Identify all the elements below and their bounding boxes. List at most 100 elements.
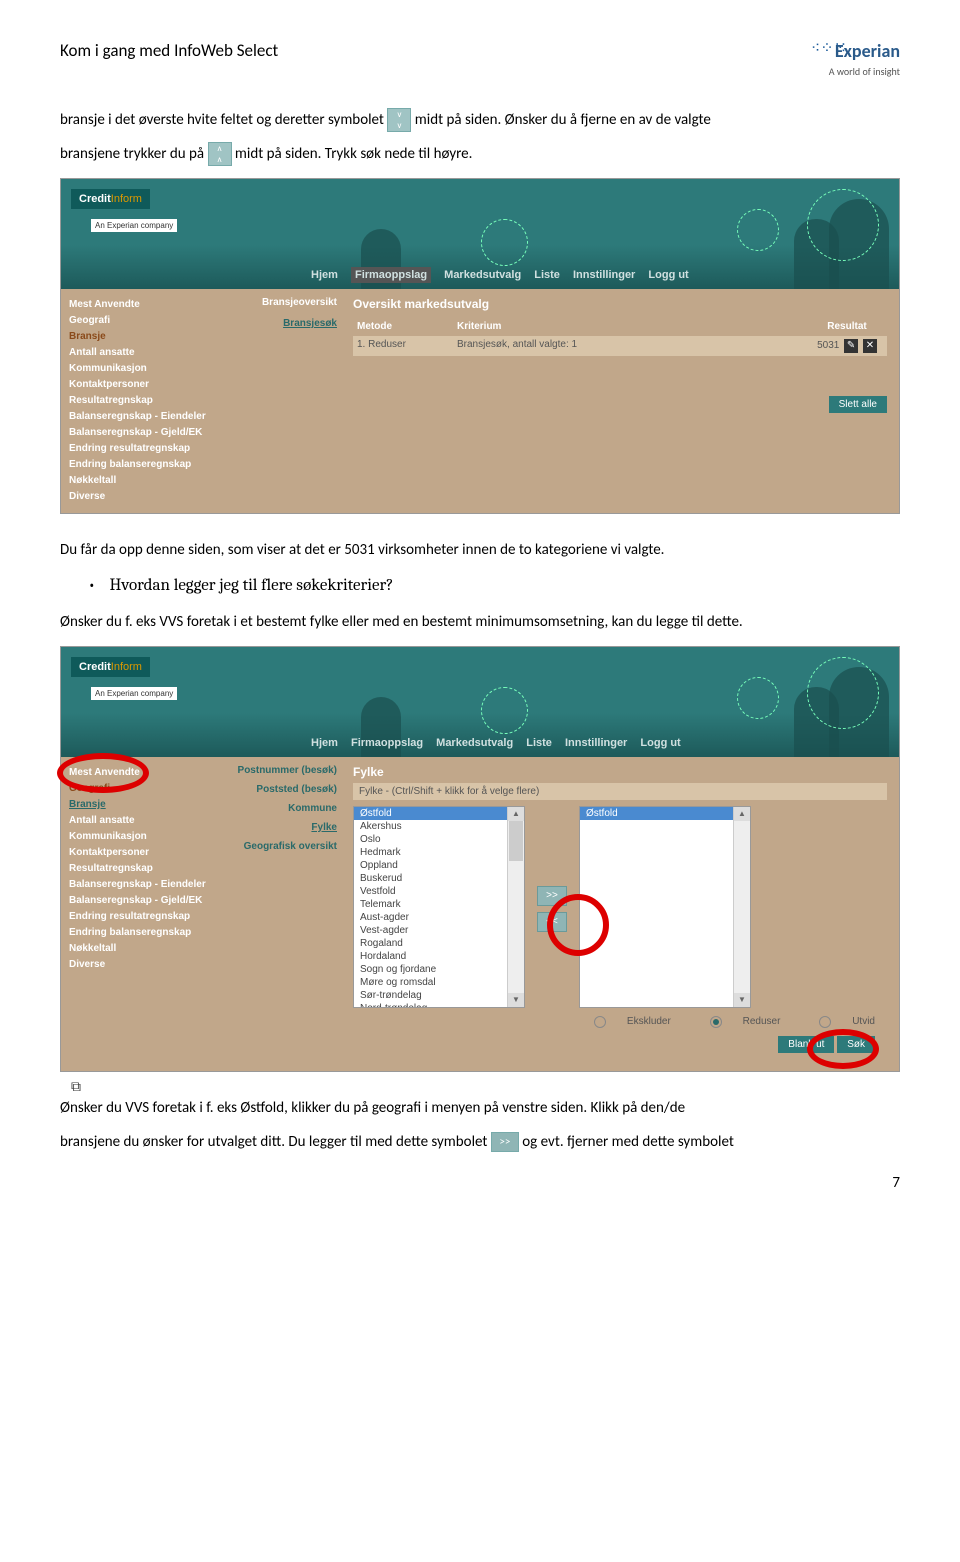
para-after-mock2-1: Ønsker du VVS foretak i f. eks Østfold, … bbox=[60, 1096, 900, 1120]
main-nav: Hjem Firmaoppslag Markedsutvalg Liste In… bbox=[311, 269, 699, 281]
annotation-circle-icon bbox=[547, 894, 609, 956]
sidebar-item[interactable]: Kontaktpersoner bbox=[69, 845, 209, 860]
nav-markedsutvalg[interactable]: Markedsutvalg bbox=[436, 737, 513, 749]
mid-link[interactable]: Geografisk oversikt bbox=[225, 841, 345, 852]
delete-icon[interactable]: ✕ bbox=[863, 339, 877, 353]
table-header: Metode Kriterium Resultat bbox=[353, 321, 887, 332]
nav-innstillinger[interactable]: Innstillinger bbox=[573, 269, 635, 281]
sidebar-item-active[interactable]: Bransje bbox=[69, 329, 209, 344]
sidebar-item[interactable]: Bransje bbox=[69, 797, 209, 812]
sidebar-item[interactable]: Balanseregnskap - Gjeld/EK bbox=[69, 893, 209, 908]
mid-column: Bransjeoversikt Bransjesøk bbox=[217, 289, 353, 513]
experian-logo: ⁖⁘⁙Experian A world of insight bbox=[811, 40, 900, 78]
list-item[interactable]: Møre og romsdal bbox=[354, 976, 524, 989]
list-item[interactable]: Telemark bbox=[354, 898, 524, 911]
radio-reduser[interactable] bbox=[710, 1016, 722, 1028]
sidebar-item[interactable]: Antall ansatte bbox=[69, 813, 209, 828]
sidebar-item[interactable]: Diverse bbox=[69, 957, 209, 972]
screenshot-1: CreditInform An Experian company Hjem Fi… bbox=[60, 178, 900, 514]
list-item[interactable]: Rogaland bbox=[354, 937, 524, 950]
intro-paragraph-1: bransje i det øverste hvite feltet og de… bbox=[60, 108, 900, 132]
list-item[interactable]: Vest-agder bbox=[354, 924, 524, 937]
scrollbar[interactable]: ▲ ▼ bbox=[733, 807, 750, 1007]
left-sidebar: Mest Anvendte Geografi Bransje Antall an… bbox=[61, 289, 217, 513]
scroll-thumb[interactable] bbox=[509, 821, 523, 861]
sidebar-item[interactable]: Kommunikasjon bbox=[69, 361, 209, 376]
scrollbar[interactable]: ▲ ▼ bbox=[507, 807, 524, 1007]
fylke-selected-listbox[interactable]: Østfold ▲ ▼ bbox=[579, 806, 751, 1008]
nav-liste[interactable]: Liste bbox=[534, 269, 560, 281]
list-item[interactable]: Hedmark bbox=[354, 846, 524, 859]
sidebar-item[interactable]: Geografi bbox=[69, 313, 209, 328]
doc-title: Kom i gang med InfoWeb Select bbox=[60, 40, 278, 61]
scroll-up-icon[interactable]: ▲ bbox=[508, 807, 524, 821]
mid-link[interactable]: Poststed (besøk) bbox=[225, 784, 345, 795]
list-item[interactable]: Nord-trøndelag bbox=[354, 1002, 524, 1008]
experian-sublogo: An Experian company bbox=[91, 687, 177, 700]
mid-link[interactable]: Kommune bbox=[225, 803, 345, 814]
mid-link-bransjesok[interactable]: Bransjesøk bbox=[225, 318, 345, 329]
list-item[interactable]: Sør-trøndelag bbox=[354, 989, 524, 1002]
list-item[interactable]: Buskerud bbox=[354, 872, 524, 885]
para-after-mock1: Du får da opp denne siden, som viser at … bbox=[60, 538, 900, 562]
nav-hjem[interactable]: Hjem bbox=[311, 737, 338, 749]
annotation-circle-icon bbox=[57, 753, 149, 793]
window-restore-icon[interactable]: ⧉ bbox=[71, 1078, 81, 1095]
annotation-circle-icon bbox=[807, 1029, 879, 1069]
sidebar-item[interactable]: Diverse bbox=[69, 489, 209, 504]
app-header: CreditInform An Experian company Hjem Fi… bbox=[61, 647, 899, 757]
sidebar-item[interactable]: Nøkkeltall bbox=[69, 473, 209, 488]
nav-loggut[interactable]: Logg ut bbox=[640, 737, 680, 749]
sidebar-item[interactable]: Kommunikasjon bbox=[69, 829, 209, 844]
sidebar-item[interactable]: Antall ansatte bbox=[69, 345, 209, 360]
sidebar-item[interactable]: Mest Anvendte bbox=[69, 297, 209, 312]
clear-all-button[interactable]: Slett alle bbox=[829, 396, 887, 413]
list-item[interactable]: Sogn og fjordane bbox=[354, 963, 524, 976]
sidebar-item[interactable]: Balanseregnskap - Eiendeler bbox=[69, 409, 209, 424]
sidebar-item[interactable]: Endring resultatregnskap bbox=[69, 909, 209, 924]
list-item[interactable]: Østfold bbox=[354, 807, 524, 820]
nav-liste[interactable]: Liste bbox=[526, 737, 552, 749]
mid-link-fylke[interactable]: Fylke bbox=[225, 822, 345, 833]
list-item[interactable]: Vestfold bbox=[354, 885, 524, 898]
mid-link[interactable]: Postnummer (besøk) bbox=[225, 765, 345, 776]
nav-firmaoppslag[interactable]: Firmaoppslag bbox=[351, 737, 423, 749]
page-number: 7 bbox=[60, 1174, 900, 1192]
radio-ekskluder[interactable] bbox=[594, 1016, 606, 1028]
sidebar-item[interactable]: Endring balanseregnskap bbox=[69, 457, 209, 472]
sidebar-item[interactable]: Kontaktpersoner bbox=[69, 377, 209, 392]
app-header: CreditInform An Experian company Hjem Fi… bbox=[61, 179, 899, 289]
sidebar-item[interactable]: Endring balanseregnskap bbox=[69, 925, 209, 940]
sidebar-item[interactable]: Resultatregnskap bbox=[69, 393, 209, 408]
sidebar-item[interactable]: Resultatregnskap bbox=[69, 861, 209, 876]
sidebar-item[interactable]: Endring resultatregnskap bbox=[69, 441, 209, 456]
list-item[interactable]: Hordaland bbox=[354, 950, 524, 963]
logo-dots-icon: ⁖⁘⁙ bbox=[811, 45, 831, 65]
edit-icon[interactable]: ✎ bbox=[844, 339, 858, 353]
nav-hjem[interactable]: Hjem bbox=[311, 269, 338, 281]
scroll-down-icon[interactable]: ▼ bbox=[734, 993, 750, 1007]
scroll-up-icon[interactable]: ▲ bbox=[734, 807, 750, 821]
sidebar-item[interactable]: Nøkkeltall bbox=[69, 941, 209, 956]
experian-sublogo: An Experian company bbox=[91, 219, 177, 232]
radio-utvid[interactable] bbox=[819, 1016, 831, 1028]
table-row: 1. Reduser Bransjesøk, antall valgte: 1 … bbox=[353, 336, 887, 356]
list-item[interactable]: Akershus bbox=[354, 820, 524, 833]
scroll-down-icon[interactable]: ▼ bbox=[508, 993, 524, 1007]
fylke-title: Fylke bbox=[353, 765, 887, 779]
fylke-subtitle: Fylke - (Ctrl/Shift + klikk for å velge … bbox=[353, 783, 887, 800]
list-item[interactable]: Oppland bbox=[354, 859, 524, 872]
list-item[interactable]: Oslo bbox=[354, 833, 524, 846]
fylke-available-listbox[interactable]: Østfold Akershus Oslo Hedmark Oppland Bu… bbox=[353, 806, 525, 1008]
screenshot-2: CreditInform An Experian company Hjem Fi… bbox=[60, 646, 900, 1072]
nav-innstillinger[interactable]: Innstillinger bbox=[565, 737, 627, 749]
radio-row: Ekskluder Reduser Utvid bbox=[353, 1008, 887, 1036]
sidebar-item[interactable]: Balanseregnskap - Gjeld/EK bbox=[69, 425, 209, 440]
nav-loggut[interactable]: Logg ut bbox=[648, 269, 688, 281]
sidebar-item[interactable]: Balanseregnskap - Eiendeler bbox=[69, 877, 209, 892]
nav-firmaoppslag[interactable]: Firmaoppslag bbox=[351, 267, 431, 283]
list-item[interactable]: Aust-agder bbox=[354, 911, 524, 924]
nav-markedsutvalg[interactable]: Markedsutvalg bbox=[444, 269, 521, 281]
list-item[interactable]: Østfold bbox=[580, 807, 750, 820]
heading-question: Hvordan legger jeg til flere søkekriteri… bbox=[110, 572, 900, 599]
